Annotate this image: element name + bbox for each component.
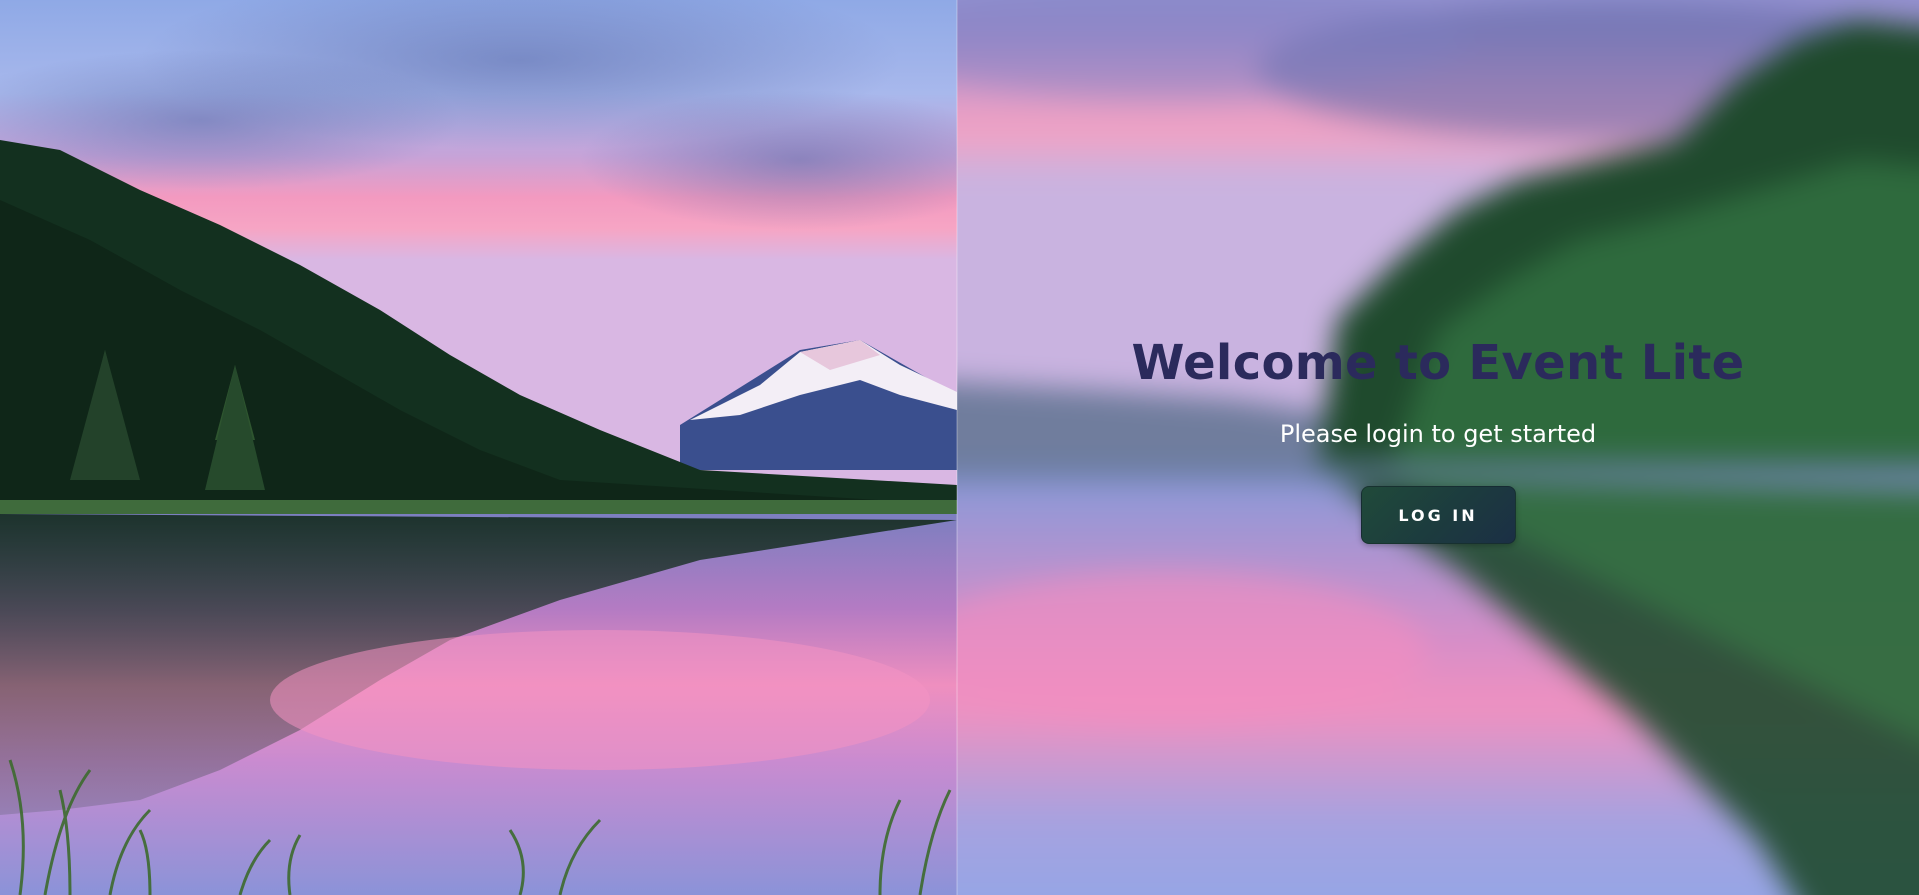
- welcome-title: Welcome to Event Lite: [1131, 335, 1745, 391]
- login-panel: Welcome to Event Lite Please login to ge…: [957, 330, 1919, 544]
- login-subtitle: Please login to get started: [1279, 420, 1597, 448]
- login-page: Welcome to Event Lite Please login to ge…: [0, 0, 1919, 895]
- landscape-image: [0, 0, 957, 895]
- login-button[interactable]: LOG IN: [1360, 486, 1516, 544]
